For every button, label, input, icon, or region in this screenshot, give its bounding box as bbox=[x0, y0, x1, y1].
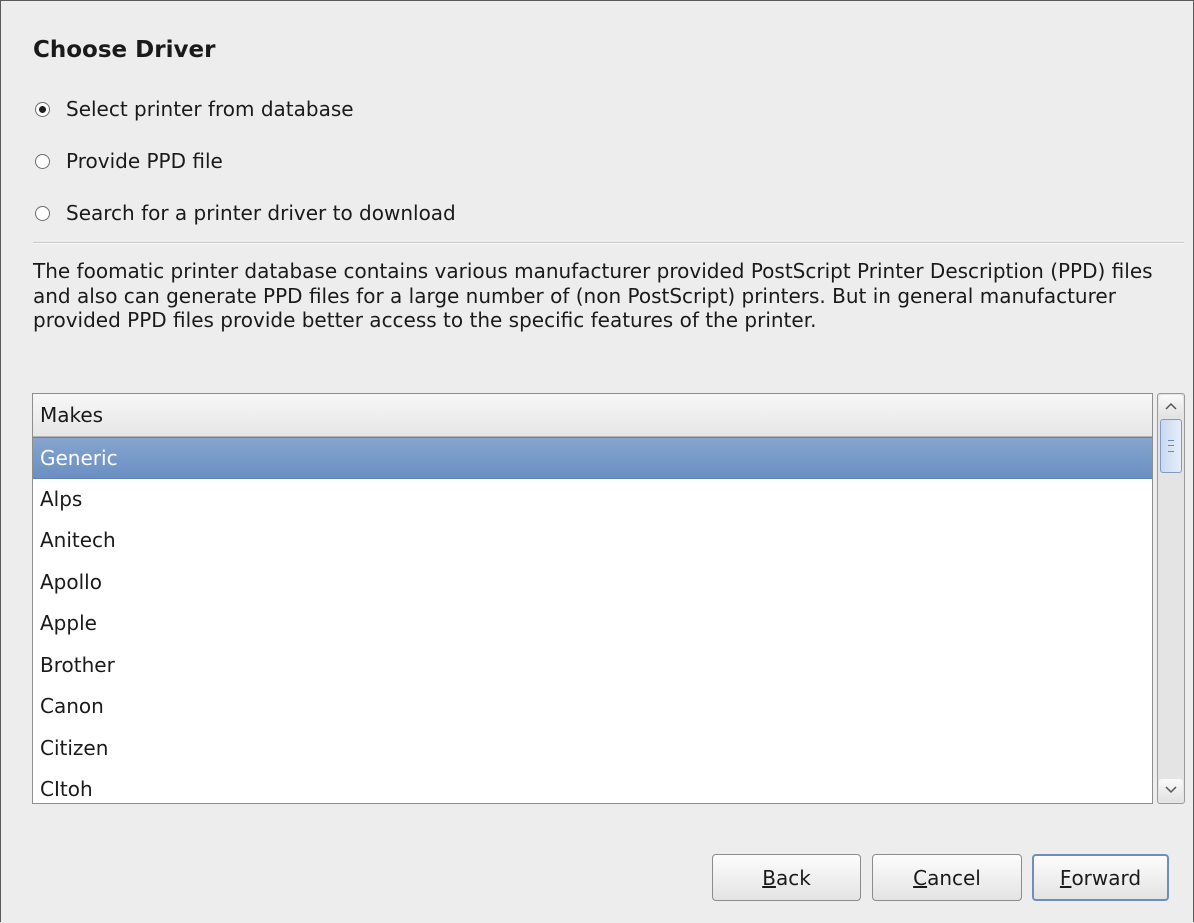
option-select-from-database[interactable]: Select printer from database bbox=[35, 97, 354, 121]
forward-button[interactable]: Forward bbox=[1032, 854, 1169, 901]
forward-label: orward bbox=[1071, 865, 1142, 890]
column-header-makes[interactable]: Makes bbox=[33, 394, 1152, 437]
cancel-label: ancel bbox=[927, 865, 981, 890]
radio-button-selected[interactable] bbox=[35, 101, 50, 117]
radio-dot bbox=[39, 105, 46, 113]
description-text: The foomatic printer database contains v… bbox=[33, 259, 1153, 332]
back-button[interactable]: Back bbox=[712, 854, 861, 901]
makes-list[interactable]: Makes Generic Alps Anitech Apollo Apple … bbox=[32, 393, 1153, 804]
scroll-down-button[interactable] bbox=[1159, 779, 1183, 801]
cancel-mnemonic: C bbox=[913, 865, 928, 890]
list-item-apollo[interactable]: Apollo bbox=[33, 562, 1152, 604]
option-label: Select printer from database bbox=[66, 97, 354, 121]
separator bbox=[33, 242, 1184, 244]
back-mnemonic: B bbox=[762, 865, 776, 890]
grip-icon bbox=[1168, 440, 1174, 452]
list-item-brother[interactable]: Brother bbox=[33, 645, 1152, 687]
back-label: ack bbox=[775, 865, 811, 890]
page-title: Choose Driver bbox=[33, 37, 216, 63]
vertical-scrollbar[interactable] bbox=[1157, 393, 1185, 804]
list-item-anitech[interactable]: Anitech bbox=[33, 520, 1152, 562]
option-label: Provide PPD file bbox=[66, 149, 223, 173]
list-item-apple[interactable]: Apple bbox=[33, 603, 1152, 645]
option-label: Search for a printer driver to download bbox=[66, 201, 456, 225]
option-search-driver-download[interactable]: Search for a printer driver to download bbox=[35, 201, 456, 225]
makes-list-container: Makes Generic Alps Anitech Apollo Apple … bbox=[32, 393, 1185, 804]
list-item-alps[interactable]: Alps bbox=[33, 479, 1152, 521]
forward-mnemonic: F bbox=[1059, 865, 1072, 890]
radio-button[interactable] bbox=[35, 205, 50, 221]
option-provide-ppd-file[interactable]: Provide PPD file bbox=[35, 149, 223, 173]
radio-button[interactable] bbox=[35, 153, 50, 169]
list-item-citizen[interactable]: Citizen bbox=[33, 728, 1152, 770]
list-item-generic[interactable]: Generic bbox=[33, 437, 1152, 479]
scroll-thumb[interactable] bbox=[1160, 419, 1182, 473]
scroll-up-button[interactable] bbox=[1159, 395, 1183, 417]
chevron-up-icon bbox=[1165, 402, 1177, 410]
chevron-down-icon bbox=[1165, 786, 1177, 794]
cancel-button[interactable]: Cancel bbox=[872, 854, 1022, 901]
list-item-canon[interactable]: Canon bbox=[33, 686, 1152, 728]
choose-driver-dialog: Choose Driver Select printer from databa… bbox=[0, 0, 1194, 922]
list-item-citoh[interactable]: CItoh bbox=[33, 769, 1152, 803]
